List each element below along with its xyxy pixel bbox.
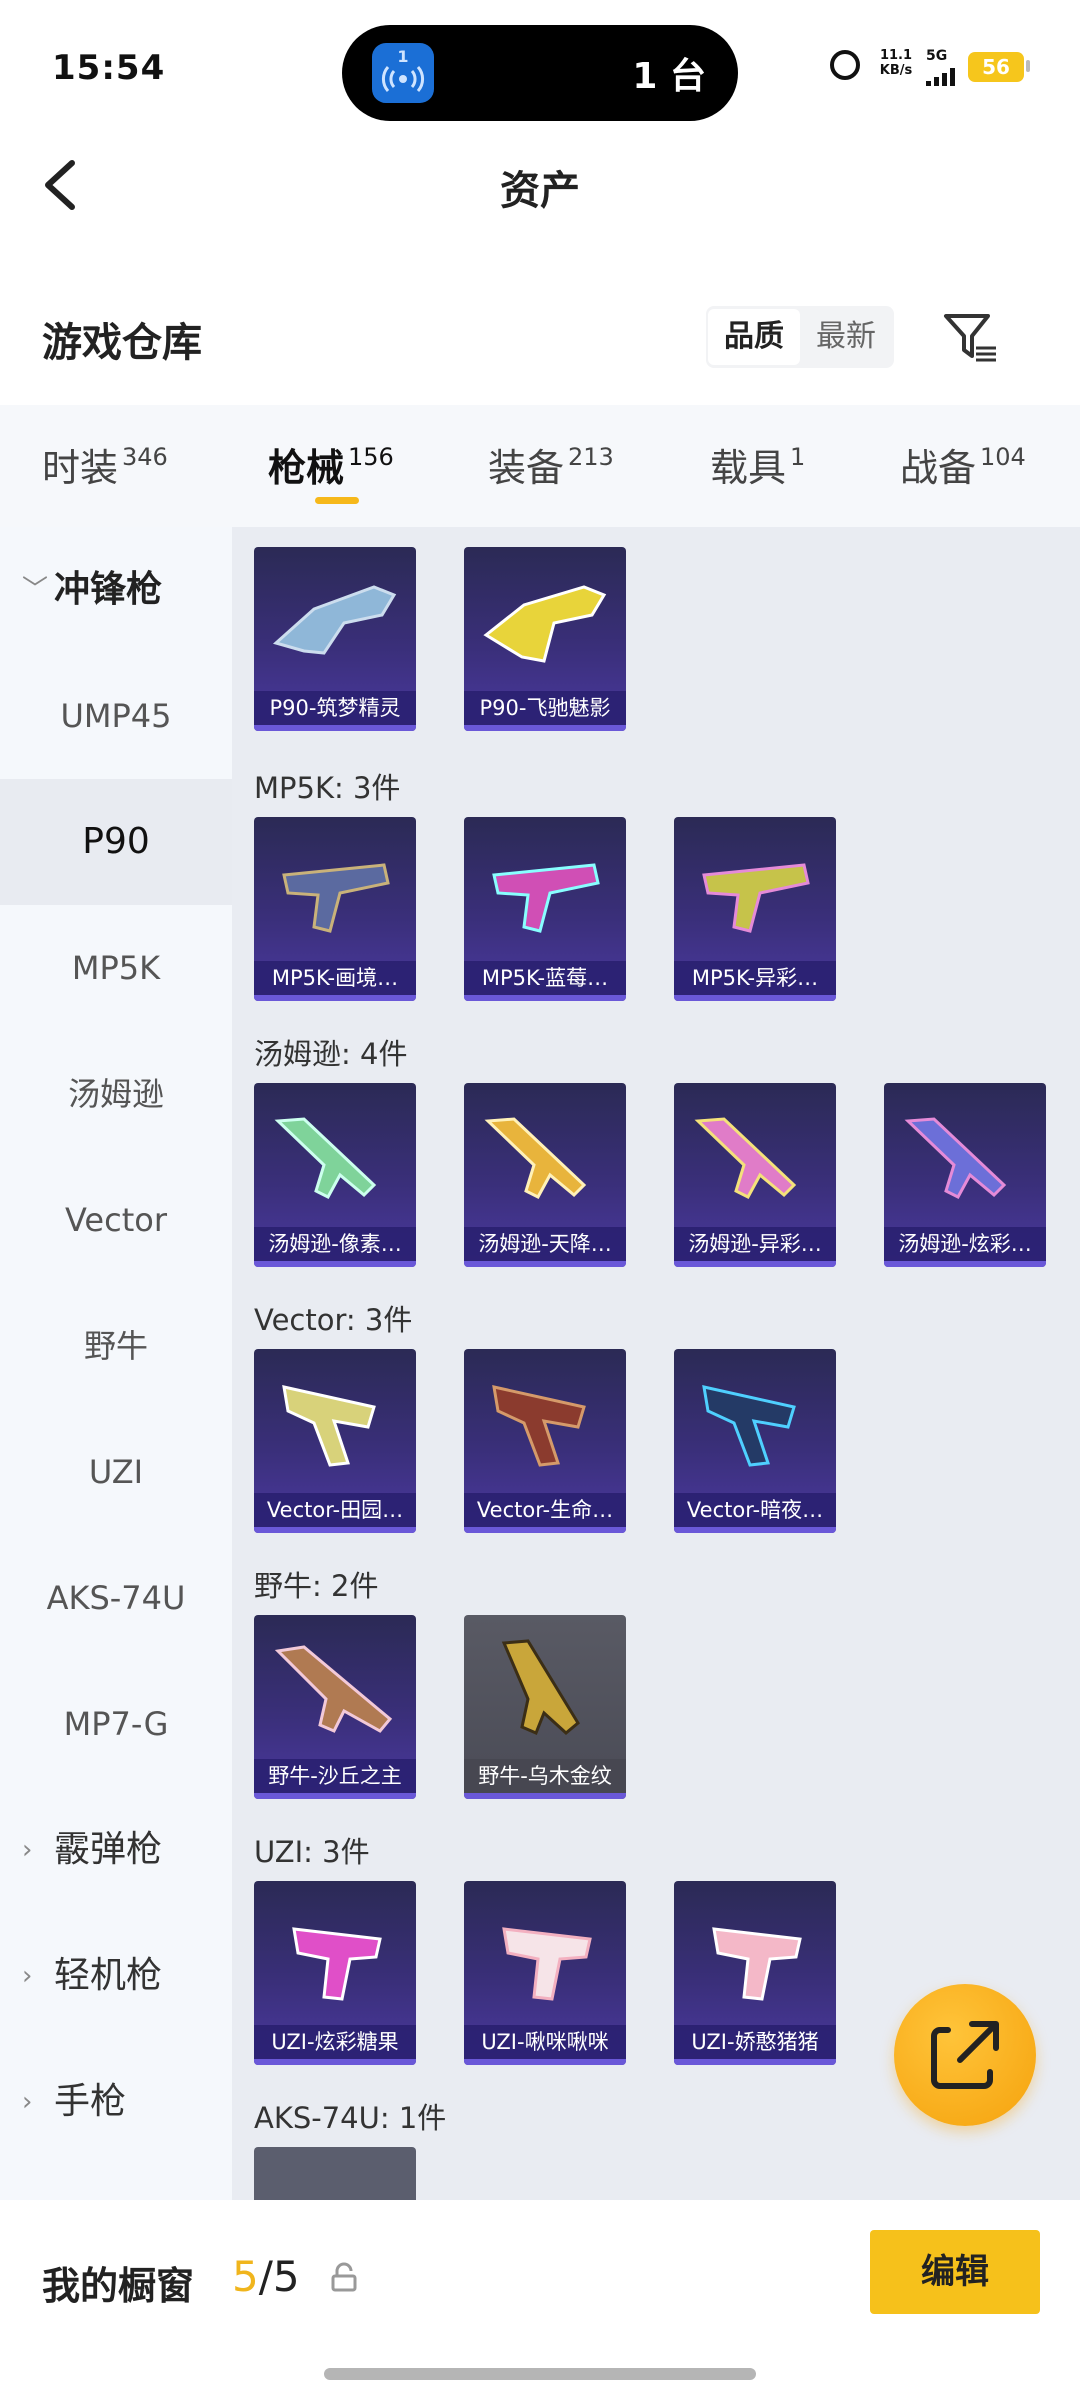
showcase-count: 5/5 xyxy=(232,2252,300,2301)
gun-image-icon xyxy=(501,1639,580,1735)
gun-image-icon xyxy=(484,1117,587,1199)
filter-button[interactable] xyxy=(940,308,1000,368)
skin-card[interactable]: UZI-娇憨猪猪 xyxy=(674,1881,836,2065)
chevron-right-icon: › xyxy=(22,2087,33,2117)
skin-card[interactable]: 汤姆逊-像素… xyxy=(254,1083,416,1267)
tab-supplies[interactable]: 战备 104 xyxy=(900,437,1026,492)
dynamic-island[interactable]: 1 1 台 xyxy=(342,25,738,121)
skin-card[interactable]: MP5K-异彩… xyxy=(674,817,836,1001)
sort-latest-button[interactable]: 最新 xyxy=(800,306,892,368)
share-external-icon xyxy=(931,2021,999,2089)
alarm-icon xyxy=(830,50,860,80)
sidebar-category-pistol[interactable]: › 手枪 xyxy=(0,2039,232,2165)
network-type: 5G xyxy=(926,48,948,64)
filter-icon xyxy=(944,314,996,362)
gun-image-icon xyxy=(483,585,607,663)
showcase-label: 我的橱窗 xyxy=(42,2264,195,2308)
gun-image-icon xyxy=(502,1927,592,2001)
skin-card[interactable]: 野牛-乌木金纹 xyxy=(464,1615,626,1799)
edit-button[interactable]: 编辑 xyxy=(870,2230,1040,2314)
chevron-right-icon: › xyxy=(22,1961,33,1991)
sidebar-category-shotgun[interactable]: › 霰弹枪 xyxy=(0,1787,232,1913)
warehouse-title: 游戏仓库 xyxy=(42,320,202,366)
sidebar-item-ump45[interactable]: UMP45 xyxy=(0,653,232,779)
gun-image-icon xyxy=(492,1385,586,1467)
status-indicators: 11.1 KB/s 5G 56 xyxy=(830,44,1040,94)
skin-card[interactable]: Vector-暗夜… xyxy=(674,1349,836,1533)
skin-card[interactable]: 汤姆逊-炫彩… xyxy=(884,1083,1046,1267)
group-title-uzi: UZI: 3件 xyxy=(254,1835,370,1869)
gun-image-icon xyxy=(274,1645,393,1733)
sidebar-category-lmg[interactable]: › 轻机枪 xyxy=(0,1913,232,2039)
sort-quality-button[interactable]: 品质 xyxy=(708,309,800,365)
skin-card[interactable]: MP5K-画境… xyxy=(254,817,416,1001)
sort-toggle: 品质 最新 xyxy=(706,306,894,368)
page-title: 资产 xyxy=(500,168,580,214)
tab-fashion[interactable]: 时装 346 xyxy=(42,437,168,492)
group-title-aks74u: AKS-74U: 1件 xyxy=(254,2101,447,2135)
gun-image-icon xyxy=(702,863,810,933)
group-title-vector: Vector: 3件 xyxy=(254,1303,413,1337)
battery-tip xyxy=(1026,60,1030,72)
skin-card[interactable]: P90-飞驰魅影 xyxy=(464,547,626,731)
broadcast-icon: 1 xyxy=(372,43,434,103)
sidebar-item-uzi[interactable]: UZI xyxy=(0,1409,232,1535)
chevron-right-icon: › xyxy=(22,1835,33,1865)
gun-image-icon xyxy=(702,1385,796,1467)
group-title-mp5k: MP5K: 3件 xyxy=(254,771,401,805)
weapon-grid: P90-筑梦精灵 P90-飞驰魅影 MP5K: 3件 MP5K-画境… MP5K… xyxy=(232,527,1080,2200)
weapon-sidebar: ﹀ 冲锋枪 UMP45 P90 MP5K 汤姆逊 Vector 野牛 UZI A… xyxy=(0,527,232,2200)
sidebar-item-p90[interactable]: P90 xyxy=(0,779,232,905)
home-indicator[interactable] xyxy=(324,2368,756,2380)
status-bar: 15:54 1 1 台 11.1 KB/s 5G 56 xyxy=(0,0,1080,140)
active-tab-indicator xyxy=(315,497,359,504)
gun-image-icon xyxy=(282,1385,376,1467)
sidebar-item-vector[interactable]: Vector xyxy=(0,1157,232,1283)
gun-image-icon xyxy=(904,1117,1007,1199)
tab-equipment[interactable]: 装备 213 xyxy=(488,437,614,492)
sidebar-item-thompson[interactable]: 汤姆逊 xyxy=(0,1031,232,1157)
skin-card[interactable]: UZI-啾咪啾咪 xyxy=(464,1881,626,2065)
chevron-down-icon: ﹀ xyxy=(22,575,49,605)
tab-guns[interactable]: 枪械 156 xyxy=(268,437,394,492)
group-title-thompson: 汤姆逊: 4件 xyxy=(254,1037,408,1071)
skin-card[interactable]: MP5K-蓝莓… xyxy=(464,817,626,1001)
group-title-bizon: 野牛: 2件 xyxy=(254,1569,379,1603)
lock-icon xyxy=(330,2262,358,2294)
gun-image-icon xyxy=(272,585,397,655)
gun-image-icon xyxy=(282,863,390,933)
sidebar-item-mp5k[interactable]: MP5K xyxy=(0,905,232,1031)
skin-card[interactable]: Vector-田园… xyxy=(254,1349,416,1533)
status-time: 15:54 xyxy=(52,48,166,88)
sidebar-item-mp7g[interactable]: MP7-G xyxy=(0,1661,232,1787)
gun-image-icon xyxy=(694,1117,797,1199)
sidebar-item-bizon[interactable]: 野牛 xyxy=(0,1283,232,1409)
gun-image-icon xyxy=(492,863,600,933)
sidebar-category-smg[interactable]: ﹀ 冲锋枪 xyxy=(0,527,232,653)
skin-card[interactable]: P90-筑梦精灵 xyxy=(254,547,416,731)
signal-icon xyxy=(926,68,960,86)
skin-card[interactable]: Vector-生命… xyxy=(464,1349,626,1533)
skin-card[interactable] xyxy=(254,2147,416,2200)
gun-image-icon xyxy=(292,1927,382,2001)
tab-vehicles[interactable]: 载具 1 xyxy=(710,437,805,492)
sidebar-item-aks74u[interactable]: AKS-74U xyxy=(0,1535,232,1661)
gun-image-icon xyxy=(274,1117,377,1199)
island-text: 1 台 xyxy=(632,56,706,97)
skin-card[interactable]: 汤姆逊-异彩… xyxy=(674,1083,836,1267)
skin-card[interactable]: 野牛-沙丘之主 xyxy=(254,1615,416,1799)
battery-icon: 56 xyxy=(968,52,1024,82)
share-button[interactable] xyxy=(894,1984,1036,2126)
gun-image-icon xyxy=(712,1927,802,2001)
network-speed: 11.1 KB/s xyxy=(879,48,913,78)
skin-card[interactable]: UZI-炫彩糖果 xyxy=(254,1881,416,2065)
category-tabs: 时装 346 枪械 156 装备 213 载具 1 战备 104 xyxy=(0,405,1080,527)
skin-card[interactable]: 汤姆逊-天降… xyxy=(464,1083,626,1267)
